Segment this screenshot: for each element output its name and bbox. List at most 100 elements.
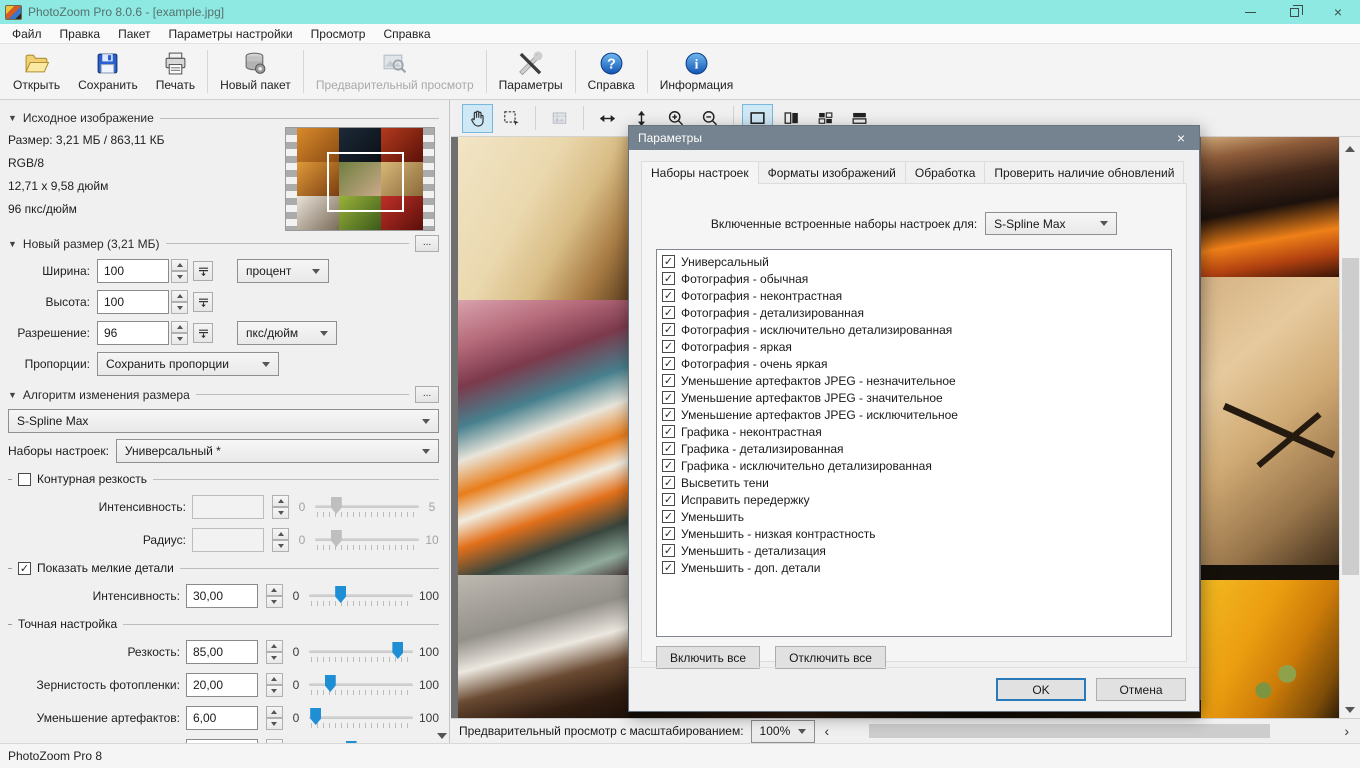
preset-checkbox[interactable]: ✓ [662,493,675,506]
preset-item[interactable]: ✓ Графика - исключительно детализированн… [659,457,1169,474]
preset-item[interactable]: ✓ Уменьшить [659,508,1169,525]
print-button[interactable]: Печать [147,45,204,98]
preset-item[interactable]: ✓ Уменьшение артефактов JPEG - исключите… [659,406,1169,423]
dialog-tab[interactable]: Наборы настроек [641,161,759,185]
preset-checkbox[interactable]: ✓ [662,459,675,472]
height-stepper[interactable] [171,290,188,314]
resolution-unit-select[interactable]: пкс/дюйм [237,321,337,345]
dialog-tab[interactable]: Проверить наличие обновлений [984,161,1184,184]
menu-item[interactable]: Справка [374,25,439,43]
help-button[interactable]: ? Справка [579,45,644,98]
fit-width-button[interactable] [592,104,623,133]
preset-checkbox[interactable]: ✓ [662,544,675,557]
unsharp-checkbox[interactable] [18,473,31,486]
fine-detail-checkbox[interactable]: ✓ [18,562,31,575]
crop-selection-rectangle[interactable] [327,152,404,211]
height-adjust-button[interactable] [193,292,213,312]
horizontal-scrollbar[interactable] [839,723,1334,739]
scroll-down-icon[interactable] [1345,707,1355,713]
marquee-tool-button[interactable] [496,104,527,133]
preset-checkbox[interactable]: ✓ [662,374,675,387]
preset-item[interactable]: ✓ Фотография - неконтрастная [659,287,1169,304]
fine-detail-intensity-slider[interactable] [309,585,413,607]
width-adjust-button[interactable] [193,261,213,281]
spin-up-button[interactable] [171,321,188,333]
vertical-scrollbar[interactable] [1339,137,1360,718]
spin-down-button[interactable] [171,302,188,314]
preset-item[interactable]: ✓ Фотография - яркая [659,338,1169,355]
close-button[interactable]: × [1316,0,1360,24]
spin-down-button[interactable] [266,685,283,697]
preset-checkbox[interactable]: ✓ [662,476,675,489]
artifact-reduction-input[interactable]: 6,00 [186,706,258,730]
preset-checkbox[interactable]: ✓ [662,561,675,574]
open-button[interactable]: Открыть [4,45,69,98]
scroll-up-icon[interactable] [1345,146,1355,152]
enable-all-button[interactable]: Включить все [656,646,760,669]
resolution-stepper[interactable] [171,321,188,345]
restore-button[interactable] [1272,0,1316,24]
presets-select[interactable]: Универсальный * [116,439,439,463]
fine-detail-intensity-input[interactable]: 30,00 [186,584,258,608]
spin-up-button[interactable] [266,640,283,652]
menu-item[interactable]: Правка [51,25,110,43]
horizontal-scrollbar-thumb[interactable] [869,724,1270,738]
preset-checkbox[interactable]: ✓ [662,306,675,319]
options-button[interactable]: Параметры [490,45,572,98]
spin-down-button[interactable] [171,271,188,283]
dialog-tab[interactable]: Обработка [905,161,986,184]
width-stepper[interactable] [171,259,188,283]
preset-checkbox[interactable]: ✓ [662,425,675,438]
film-grain-input[interactable]: 20,00 [186,673,258,697]
preset-checkbox[interactable]: ✓ [662,357,675,370]
algorithm-select[interactable]: S-Spline Max [8,409,439,433]
source-image-section-header[interactable]: ▼ Исходное изображение [8,111,439,125]
dialog-tab[interactable]: Форматы изображений [758,161,906,184]
minimize-button[interactable] [1228,0,1272,24]
sharpness-slider[interactable] [309,641,413,663]
preset-item[interactable]: ✓ Уменьшение артефактов JPEG - значитель… [659,389,1169,406]
menu-item[interactable]: Просмотр [302,25,375,43]
preset-item[interactable]: ✓ Уменьшить - низкая контрастность [659,525,1169,542]
height-input[interactable]: 100 [97,290,169,314]
spin-up-button[interactable] [266,706,283,718]
pan-tool-button[interactable] [462,104,493,133]
preset-checkbox[interactable]: ✓ [662,527,675,540]
menu-item[interactable]: Параметры настройки [160,25,302,43]
artifact-reduction-slider[interactable] [309,707,413,729]
sharpness-input[interactable]: 85,00 [186,640,258,664]
algorithm-more-button[interactable]: ... [415,386,439,403]
resolution-adjust-button[interactable] [193,323,213,343]
spin-up-button[interactable] [171,290,188,302]
dialog-close-button[interactable]: × [1163,126,1199,150]
sharpness-stepper[interactable] [266,640,283,664]
resolution-input[interactable]: 96 [97,321,169,345]
preset-item[interactable]: ✓ Уменьшение артефактов JPEG - незначите… [659,372,1169,389]
cancel-button[interactable]: Отмена [1096,678,1186,701]
preset-checkbox[interactable]: ✓ [662,408,675,421]
menu-item[interactable]: Файл [3,25,51,43]
width-input[interactable]: 100 [97,259,169,283]
proportions-select[interactable]: Сохранить пропорции [97,352,279,376]
preset-item[interactable]: ✓ Фотография - детализированная [659,304,1169,321]
ok-button[interactable]: OK [996,678,1086,701]
preset-checkbox[interactable]: ✓ [662,289,675,302]
info-button[interactable]: i Информация [651,45,742,98]
algorithm-section-header[interactable]: ▼ Алгоритм изменения размера ... [8,386,439,403]
preset-checkbox[interactable]: ✓ [662,255,675,268]
artifact-reduction-stepper[interactable] [266,706,283,730]
spin-up-button[interactable] [266,584,283,596]
spin-down-button[interactable] [266,596,283,608]
preset-item[interactable]: ✓ Уменьшить - доп. детали [659,559,1169,576]
save-button[interactable]: Сохранить [69,45,147,98]
film-grain-slider[interactable] [309,674,413,696]
dialog-titlebar[interactable]: Параметры × [629,126,1199,150]
preset-item[interactable]: ✓ Универсальный [659,253,1169,270]
preset-item[interactable]: ✓ Фотография - обычная [659,270,1169,287]
spin-down-button[interactable] [266,652,283,664]
preset-item[interactable]: ✓ Уменьшить - детализация [659,542,1169,559]
spin-down-button[interactable] [266,718,283,730]
preset-checkbox[interactable]: ✓ [662,510,675,523]
menu-item[interactable]: Пакет [109,25,159,43]
preset-item[interactable]: ✓ Фотография - очень яркая [659,355,1169,372]
